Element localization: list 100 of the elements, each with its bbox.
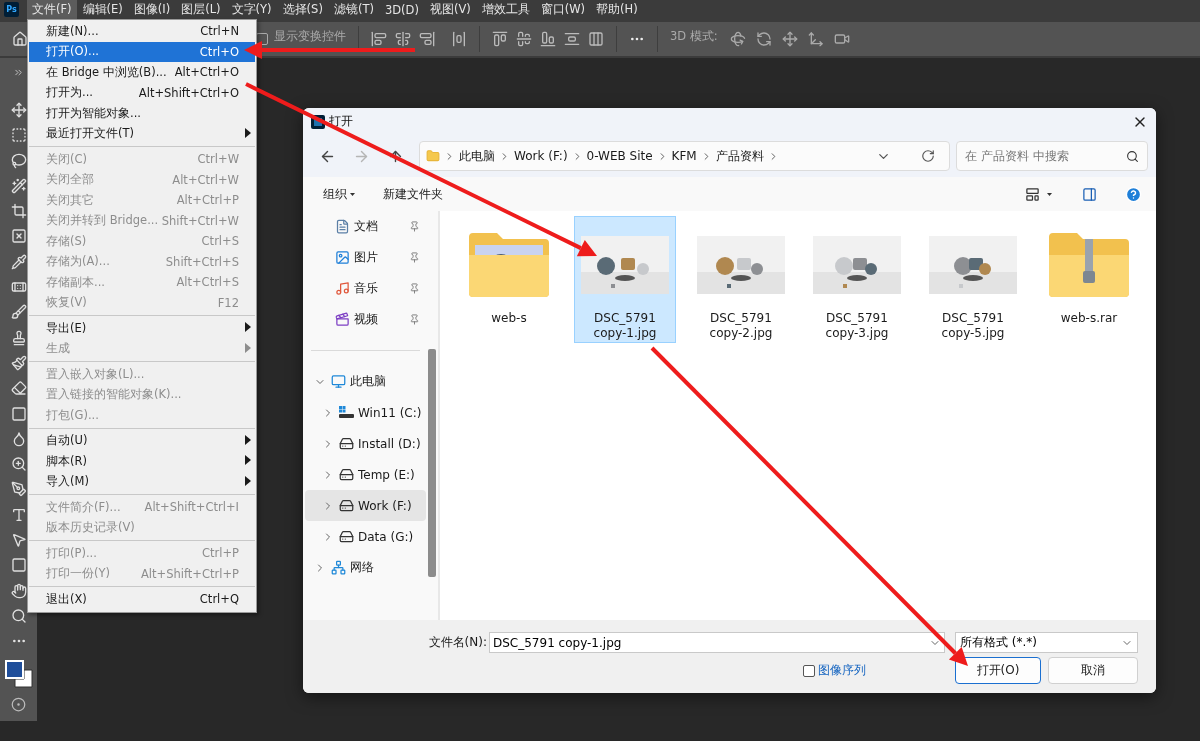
image-sequence-checkbox[interactable]: 图像序列 [803, 662, 866, 679]
brush-icon[interactable] [10, 304, 27, 321]
file-item[interactable]: DSC_5791 copy-5.jpg [922, 216, 1024, 343]
file-item[interactable]: web-s [458, 216, 560, 343]
menu-item[interactable]: 导入(M) [29, 471, 255, 492]
menu-title[interactable]: 文件(F) [27, 0, 77, 19]
menu-title[interactable]: 图像(I) [128, 0, 176, 19]
quick-access-item[interactable]: 视频 [305, 304, 426, 335]
tree-item[interactable]: Work (F:) [305, 490, 426, 521]
breadcrumb[interactable]: 0-WEB Site [586, 149, 653, 163]
search-field[interactable]: 在 产品资料 中搜索 [956, 141, 1148, 171]
breadcrumb[interactable]: 产品资料 [715, 147, 764, 165]
tree-item[interactable]: Data (G:) [305, 521, 426, 552]
align-middle-icon[interactable] [516, 31, 532, 47]
paintbrush-icon[interactable] [10, 354, 27, 371]
scrollbar-thumb[interactable] [428, 349, 436, 577]
file-name-field[interactable]: DSC_5791 copy-1.jpg [489, 632, 945, 653]
address-bar[interactable]: 此电脑 Work (F:) 0-WEB Site KFM 产品资料 [419, 141, 950, 171]
drive-icon [339, 529, 354, 544]
bandage-icon[interactable] [10, 279, 27, 295]
quick-access-item[interactable]: 图片 [305, 242, 426, 273]
menu-title[interactable]: 图层(L) [176, 0, 226, 19]
move-icon[interactable] [10, 101, 27, 118]
menu-item[interactable]: 打开为智能对象... [29, 103, 255, 124]
menu-title[interactable]: 文字(Y) [226, 0, 277, 19]
type-icon[interactable] [10, 506, 27, 523]
stamp-icon[interactable] [10, 329, 27, 346]
lasso-icon[interactable] [10, 152, 27, 169]
rectangle-icon[interactable] [10, 557, 27, 574]
menu-title[interactable]: 视图(V) [424, 0, 476, 19]
menu-item[interactable]: 脚本(R) [29, 451, 255, 472]
menu-title[interactable]: 编辑(E) [77, 0, 128, 19]
caret-icon[interactable] [1047, 192, 1052, 196]
foreground-color-swatch[interactable] [4, 659, 24, 679]
menu-title[interactable]: 窗口(W) [535, 0, 591, 19]
menu-item[interactable]: 导出(E) [29, 318, 255, 339]
open-button[interactable]: 打开(O) [955, 657, 1041, 684]
file-item[interactable]: DSC_5791 copy-3.jpg [806, 216, 908, 343]
rotate-3d-icon[interactable] [729, 31, 746, 47]
align-right-icon[interactable] [419, 31, 435, 47]
pointer-icon[interactable] [10, 532, 27, 548]
quick-access-item[interactable]: 音乐 [305, 273, 426, 304]
columns-icon[interactable] [588, 31, 604, 47]
eyedropper-icon[interactable] [10, 253, 27, 270]
file-item[interactable]: web-s.rar [1038, 216, 1140, 343]
eraser-icon[interactable] [10, 380, 27, 397]
breadcrumb[interactable]: 此电脑 [459, 147, 495, 165]
home-icon[interactable] [12, 31, 28, 47]
frame-icon[interactable] [10, 228, 27, 245]
menu-item[interactable]: 自动(U) [29, 430, 255, 451]
menu-item[interactable]: 退出(X) Ctrl+Q [29, 589, 255, 610]
preview-pane-icon[interactable] [1082, 186, 1097, 202]
camera-icon[interactable] [833, 31, 850, 47]
menu-title[interactable]: 增效工具 [476, 0, 535, 19]
app-logo: Ps [4, 2, 19, 17]
drive-icon [339, 436, 354, 451]
document-icon [335, 219, 350, 234]
menu-item[interactable]: 最近打开文件(T) [29, 123, 255, 144]
file-item[interactable]: DSC_5791 copy-2.jpg [690, 216, 792, 343]
zoom-icon[interactable] [10, 607, 27, 624]
file-type-select[interactable]: 所有格式 (*.*) [955, 632, 1138, 653]
mode-label: 3D 模式: [670, 29, 718, 43]
quick-mask-icon[interactable] [11, 696, 26, 712]
view-icon[interactable] [1025, 186, 1040, 202]
menu-item[interactable]: 新建(N)... Ctrl+N [29, 21, 255, 42]
tree-item[interactable]: 此电脑 [305, 366, 426, 397]
hand-icon[interactable] [10, 582, 27, 599]
align-left-icon[interactable] [371, 31, 387, 47]
cancel-button[interactable]: 取消 [1048, 657, 1138, 684]
file-item[interactable]: DSC_5791 copy-1.jpg [574, 216, 676, 343]
distribute-icon[interactable] [564, 31, 580, 47]
refresh-icon[interactable] [921, 149, 935, 163]
organize-button[interactable]: 组织 [317, 181, 361, 207]
breadcrumb[interactable]: KFM [671, 149, 697, 163]
menu-item[interactable]: 打开为... Alt+Shift+Ctrl+O [29, 82, 255, 103]
drive-icon [339, 467, 354, 482]
menu-title[interactable]: 帮助(H) [591, 0, 643, 19]
breadcrumb[interactable]: Work (F:) [514, 149, 568, 163]
menu-item[interactable]: 打开(O)... Ctrl+O [29, 41, 255, 62]
tree-item[interactable]: 网络 [305, 552, 426, 583]
tree-item[interactable]: Win11 (C:) [305, 397, 426, 428]
marquee-icon[interactable] [10, 127, 27, 144]
background-color-swatch[interactable] [14, 669, 32, 688]
tree-item[interactable]: Install (D:) [305, 428, 426, 459]
quick-access-item[interactable]: 文档 [305, 211, 426, 242]
tree-item[interactable]: Temp (E:) [305, 459, 426, 490]
menu-title[interactable]: 选择(S) [277, 0, 328, 19]
drag-icon[interactable] [781, 31, 798, 47]
menu-title[interactable]: 滤镜(T) [328, 0, 379, 19]
menu-title[interactable]: 3D(D) [379, 0, 424, 19]
distribute-icon[interactable] [451, 31, 467, 47]
new-folder-button[interactable]: 新建文件夹 [377, 181, 449, 207]
magic-wand-icon[interactable] [10, 177, 27, 194]
pen-icon[interactable] [10, 481, 27, 498]
menu-item[interactable]: 在 Bridge 中浏览(B)... Alt+Ctrl+O [29, 62, 255, 83]
align-center-icon[interactable] [395, 31, 411, 47]
crop-icon[interactable] [10, 203, 27, 220]
help-icon[interactable] [1125, 185, 1142, 203]
align-top-icon[interactable] [492, 31, 508, 47]
align-bottom-icon[interactable] [540, 31, 556, 47]
